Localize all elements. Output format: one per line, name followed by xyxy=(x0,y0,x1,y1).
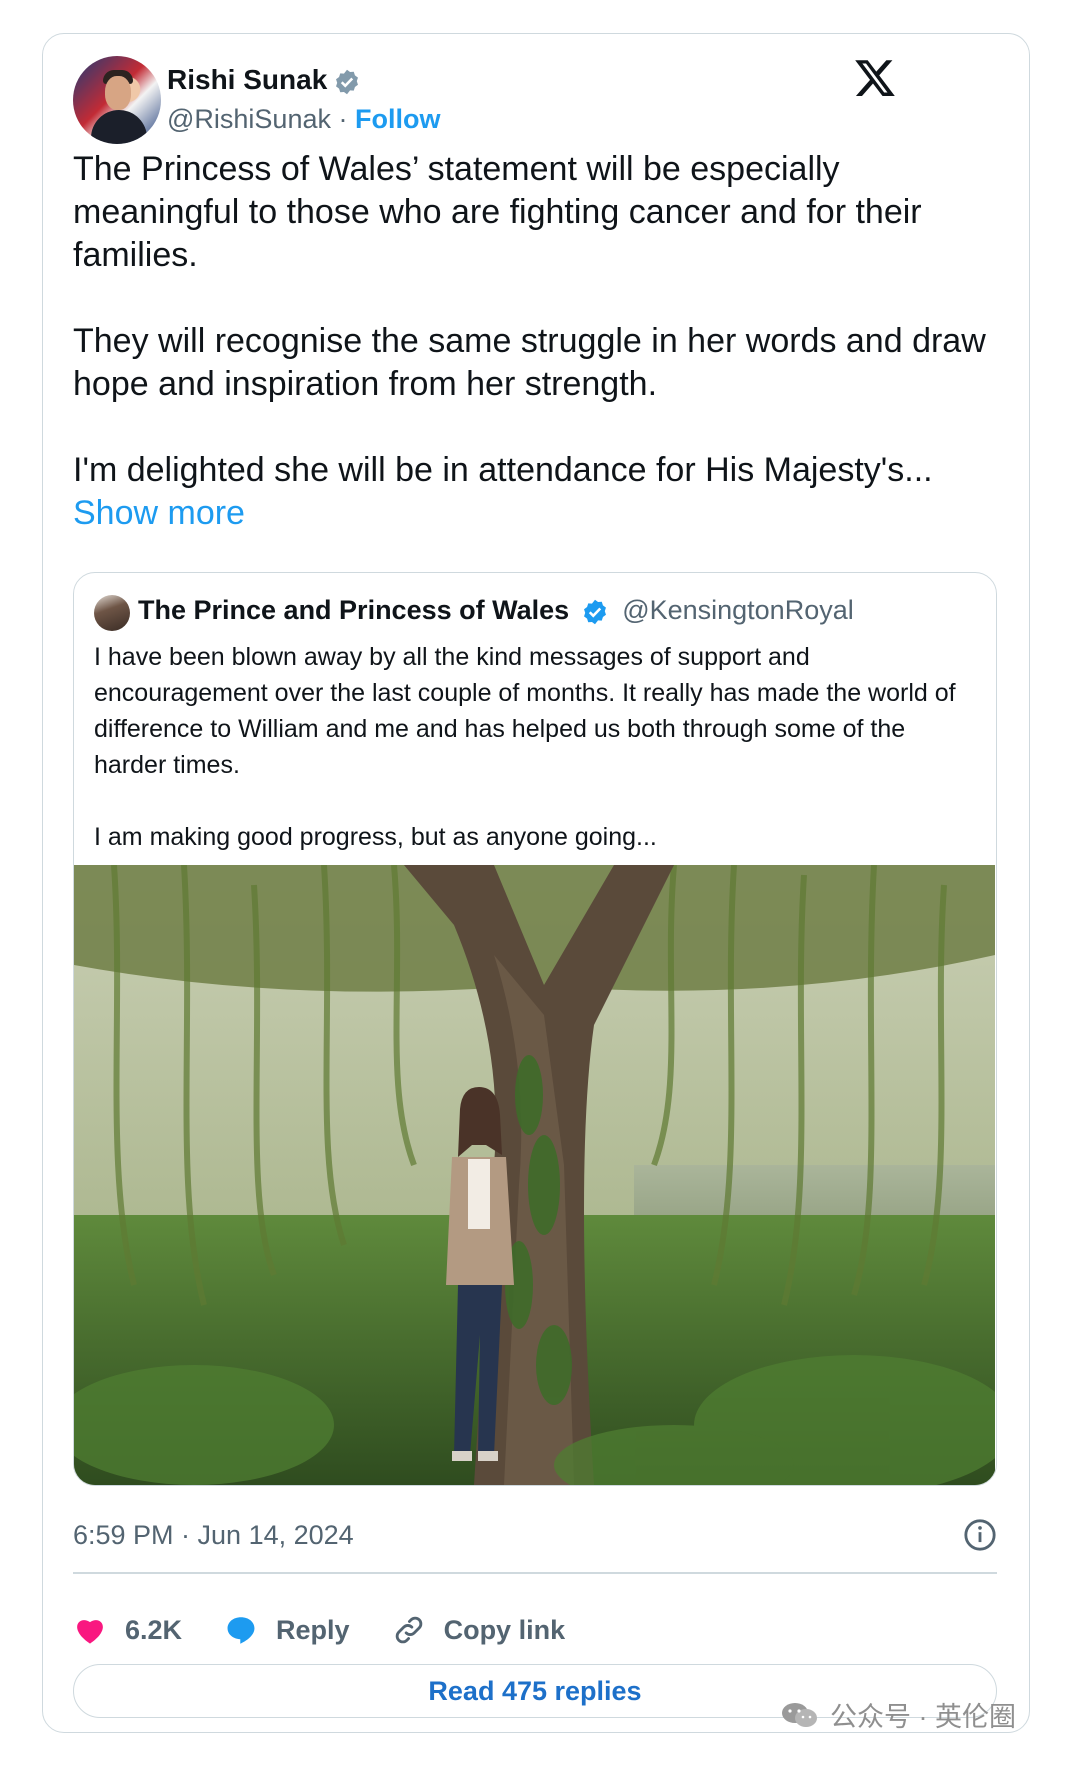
reply-button[interactable]: Reply xyxy=(224,1613,350,1647)
tweet-body: The Princess of Wales’ statement will be… xyxy=(73,150,986,489)
like-count: 6.2K xyxy=(125,1614,183,1645)
tweet-card: Rishi Sunak @RishiSunak · Follow The Pri… xyxy=(42,33,1030,1733)
watermark-text: 公众号 · 英伦圈 xyxy=(830,1702,1016,1732)
show-more-link[interactable]: Show more xyxy=(73,494,245,532)
watermark: 公众号 · 英伦圈 xyxy=(780,1695,1016,1734)
x-logo-icon[interactable] xyxy=(853,56,897,100)
follow-button[interactable]: Follow xyxy=(355,104,440,134)
copy-link-label: Copy link xyxy=(443,1614,566,1645)
heart-icon xyxy=(77,1620,103,1644)
action-bar: 6.2K Reply Copy link xyxy=(73,1610,607,1650)
quoted-tweet[interactable]: The Prince and Princess of Wales @Kensin… xyxy=(73,572,997,1486)
photo-scene xyxy=(74,865,995,1485)
like-button[interactable]: 6.2K xyxy=(73,1613,182,1647)
quoted-photo[interactable] xyxy=(74,865,995,1485)
tweet-timestamp[interactable]: 6:59 PM · Jun 14, 2024 xyxy=(73,1520,354,1551)
quoted-author-name: The Prince and Princess of Wales xyxy=(138,595,570,625)
wechat-icon xyxy=(782,1702,817,1727)
copy-link-button[interactable]: Copy link xyxy=(392,1613,566,1647)
verified-badge-icon xyxy=(336,69,359,94)
reply-label: Reply xyxy=(276,1614,350,1645)
quoted-text: I have been blown away by all the kind m… xyxy=(94,643,956,851)
author-handle-row: @RishiSunak · Follow xyxy=(167,104,441,135)
author-name-text[interactable]: Rishi Sunak xyxy=(167,64,327,95)
quoted-author: The Prince and Princess of Wales @Kensin… xyxy=(138,595,854,626)
quoted-author-handle: @KensingtonRoyal xyxy=(622,595,854,625)
author-handle[interactable]: @RishiSunak xyxy=(167,104,331,134)
author-avatar[interactable] xyxy=(73,56,161,144)
author-name[interactable]: Rishi Sunak xyxy=(167,64,361,96)
quoted-avatar xyxy=(94,595,130,631)
divider xyxy=(73,1572,997,1574)
verified-badge-icon xyxy=(583,599,606,625)
info-icon[interactable] xyxy=(963,1518,997,1552)
reply-bubble-icon xyxy=(227,1617,255,1644)
link-icon xyxy=(395,1616,422,1644)
tweet-text: The Princess of Wales’ statement will be… xyxy=(73,148,1003,535)
handle-separator: · xyxy=(338,104,348,134)
